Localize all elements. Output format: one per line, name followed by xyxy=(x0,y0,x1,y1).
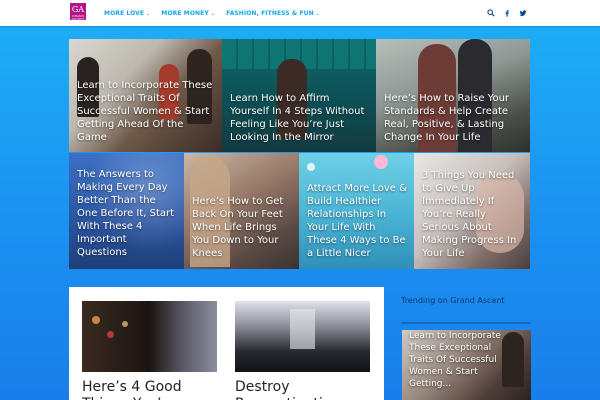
tile-title: Attract More Love & Build Healthier Rela… xyxy=(307,183,407,259)
sidebar-heading: Trending on Grand Ascent xyxy=(401,296,505,305)
trending-post-title: Learn to Incorporate These Exceptional T… xyxy=(409,331,501,389)
featured-tile[interactable]: 3 Things You Need to Give Up Immediately… xyxy=(414,153,530,269)
logo-subtext: GRAND ASCENT xyxy=(71,14,85,21)
tile-title: Learn to Incorporate These Exceptional T… xyxy=(77,80,213,143)
nav-item-more-money[interactable]: MORE MONEY ⌄ xyxy=(161,10,215,17)
site-logo[interactable]: GA GRAND ASCENT xyxy=(70,3,86,21)
post-title[interactable]: Here’s 4 Good Things You’re xyxy=(82,379,222,400)
post-title[interactable]: Destroy Procrastination xyxy=(235,379,375,400)
tile-title: 3 Things You Need to Give Up Immediately… xyxy=(422,170,517,259)
featured-tile[interactable]: Here’s How to Raise Your Standards & Hel… xyxy=(376,39,530,152)
tile-title: Learn How to Affirm Yourself In 4 Steps … xyxy=(230,93,365,143)
site-header: GA GRAND ASCENT MORE LOVE ⌄ MORE MONEY ⌄ F… xyxy=(0,0,600,26)
tile-title: Here’s How to Raise Your Standards & Hel… xyxy=(384,93,510,143)
main-nav: MORE LOVE ⌄ MORE MONEY ⌄ FASHION, FITNESS … xyxy=(104,0,331,26)
nav-item-more-love[interactable]: MORE LOVE ⌄ xyxy=(104,10,150,17)
chevron-down-icon: ⌄ xyxy=(146,10,151,17)
nav-item-fashion-fitness-fun[interactable]: FASHION, FITNESS & FUN ⌄ xyxy=(226,10,320,17)
tile-title: Here’s How to Get Back On Your Feet When… xyxy=(192,196,284,259)
post-thumbnail[interactable] xyxy=(82,301,217,372)
trending-post-card[interactable]: Learn to Incorporate These Exceptional T… xyxy=(402,330,531,400)
post-list: Here’s 4 Good Things You’re Destroy Proc… xyxy=(69,287,384,400)
featured-tile[interactable]: Learn How to Affirm Yourself In 4 Steps … xyxy=(222,39,376,152)
chevron-down-icon: ⌄ xyxy=(315,10,321,17)
search-icon[interactable] xyxy=(486,8,496,18)
post-thumbnail[interactable] xyxy=(235,301,370,372)
featured-tile[interactable]: Here’s How to Get Back On Your Feet When… xyxy=(184,153,299,269)
facebook-icon[interactable] xyxy=(502,8,512,18)
nav-item-label: MORE LOVE xyxy=(104,9,145,17)
logo-text: GA xyxy=(71,5,85,14)
tile-title: The Answers to Making Every Day Better T… xyxy=(77,169,175,258)
featured-tile[interactable]: Attract More Love & Build Healthier Rela… xyxy=(299,153,414,269)
twitter-icon[interactable] xyxy=(518,8,528,18)
nav-item-label: FASHION, FITNESS & FUN xyxy=(226,9,314,17)
chevron-down-icon: ⌄ xyxy=(210,10,216,17)
nav-item-label: MORE MONEY xyxy=(161,9,209,17)
sidebar-divider xyxy=(401,322,531,324)
featured-tile[interactable]: Learn to Incorporate These Exceptional T… xyxy=(69,39,222,152)
featured-tile[interactable]: The Answers to Making Every Day Better T… xyxy=(69,153,184,269)
